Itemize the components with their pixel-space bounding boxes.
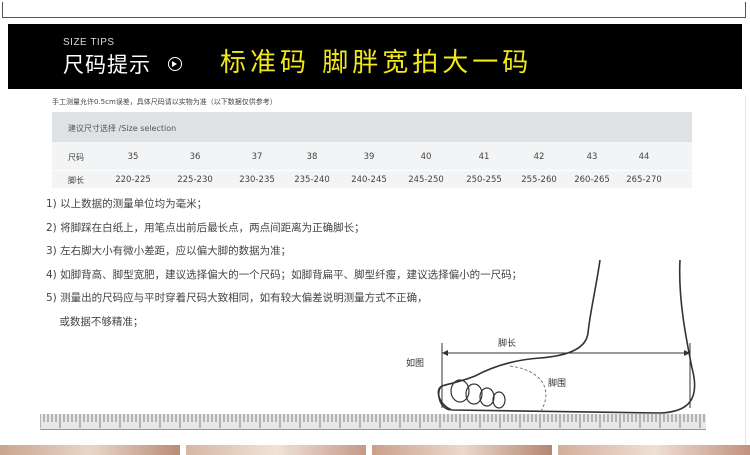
size-table: 建议尺寸选择 /Size selection 尺码 35 36 37 38 39 40 41… xyxy=(52,112,692,188)
ruler-ticks xyxy=(40,414,705,428)
length-row-label: 脚长 xyxy=(68,176,84,185)
size-tips-en: SIZE TIPS xyxy=(63,37,115,48)
girth-arc xyxy=(509,365,547,414)
arrow-left-icon xyxy=(442,350,448,356)
product-photo xyxy=(558,445,750,455)
size-row: 尺码 35 36 37 38 39 40 41 42 43 44 xyxy=(52,152,692,172)
length-cell: 250-255 xyxy=(466,175,502,185)
length-cell: 265-270 xyxy=(626,175,662,185)
row-divider xyxy=(52,170,692,171)
side-divider xyxy=(745,95,746,445)
toe xyxy=(492,391,506,409)
size-cell: 41 xyxy=(478,152,490,162)
size-tips-banner: SIZE TIPS 尺码提示 标准码 脚胖宽拍大一码 xyxy=(8,24,742,89)
size-row-label: 尺码 xyxy=(68,153,84,162)
length-cell: 245-250 xyxy=(408,175,444,185)
length-cell: 235-240 xyxy=(294,175,330,185)
size-cell: 40 xyxy=(420,152,432,162)
length-cell: 260-265 xyxy=(574,175,610,185)
size-cell: 38 xyxy=(306,152,318,162)
foot-outline xyxy=(437,259,696,414)
table-header: 建议尺寸选择 /Size selection xyxy=(52,112,692,142)
size-cell: 44 xyxy=(638,152,650,162)
measuring-ruler xyxy=(40,410,706,432)
tip-item: 2) 将脚踩在白纸上，用笔点出前后最长点，两点间距离为正确脚长； xyxy=(46,221,365,234)
girth-label: 脚围 xyxy=(548,378,566,389)
product-photo xyxy=(0,445,180,455)
play-circle-icon xyxy=(168,57,182,71)
size-cell: 43 xyxy=(586,152,598,162)
product-photo-strip xyxy=(0,445,750,455)
banner-title-group: SIZE TIPS 尺码提示 xyxy=(63,37,151,79)
top-frame xyxy=(2,2,746,18)
length-cell: 220-225 xyxy=(115,175,151,185)
size-cell: 39 xyxy=(363,152,375,162)
size-cell: 36 xyxy=(189,152,201,162)
length-cell: 225-230 xyxy=(177,175,213,185)
size-cell: 37 xyxy=(251,152,263,162)
tip-item: 1) 以上数据的测量单位均为毫米； xyxy=(46,198,208,210)
table-title: 建议尺寸选择 /Size selection xyxy=(68,124,177,133)
length-row: 脚长 220-225 225-230 230-235 235-240 240-245 24… xyxy=(52,175,692,195)
foot-measurement-diagram: 脚长 脚围 如图 xyxy=(406,259,696,414)
length-cell: 255-260 xyxy=(521,175,557,185)
length-label: 脚长 xyxy=(498,337,516,349)
banner-headline: 标准码 脚胖宽拍大一码 xyxy=(220,48,533,78)
size-cell: 42 xyxy=(533,152,545,162)
measurement-note: 手工测量允许0.5cm误差，具体尺码请以实物为准（以下数据仅供参考） xyxy=(52,98,277,106)
size-tips-cn: 尺码提示 xyxy=(63,53,151,77)
size-cell: 35 xyxy=(127,152,139,162)
product-photo xyxy=(186,445,366,455)
length-cell: 240-245 xyxy=(351,175,387,185)
product-photo xyxy=(372,445,552,455)
figure-label: 如图 xyxy=(406,357,424,369)
length-cell: 230-235 xyxy=(239,175,275,185)
